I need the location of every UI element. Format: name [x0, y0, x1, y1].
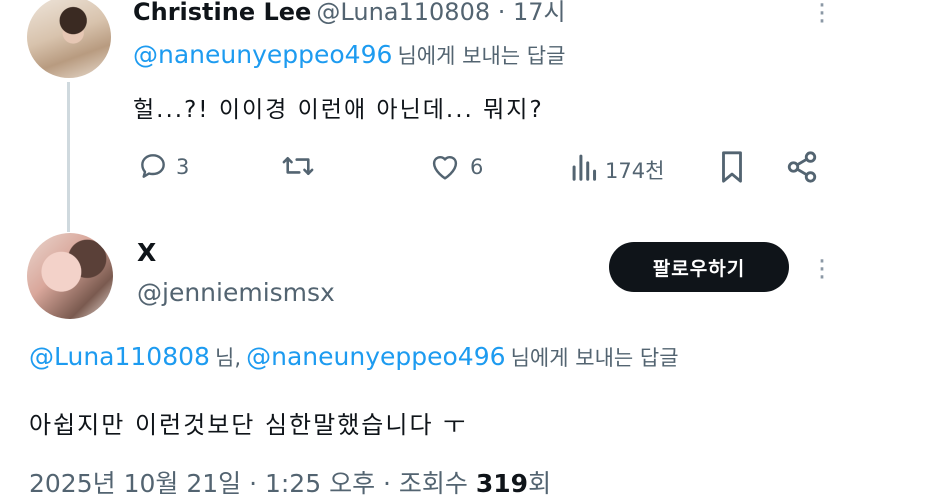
mention-link[interactable]: @naneunyeppeo496	[246, 342, 505, 371]
like-count: 6	[470, 155, 484, 179]
tweet-text: 헐...?! 이이경 이런애 아닌데... 뭐지?	[133, 97, 544, 123]
reply-icon[interactable]	[137, 150, 169, 182]
display-name[interactable]: Christine Lee	[133, 0, 311, 26]
timestamp[interactable]: 2025년 10월 21일 · 1:25 오후 · 조회수	[29, 469, 468, 498]
view-count-suffix: 회	[528, 469, 552, 498]
reply-to-label: 님에게 보내는 답글	[397, 44, 566, 68]
reply-context: @Luna110808 님, @naneunyeppeo496 님에게 보내는 …	[29, 342, 679, 372]
reply-separator: 님,	[215, 346, 242, 370]
follow-button[interactable]: 팔로우하기	[609, 242, 789, 292]
heart-icon[interactable]	[428, 151, 462, 181]
mention-link[interactable]: @naneunyeppeo496	[133, 40, 392, 69]
tweet-meta: 2025년 10월 21일 · 1:25 오후 · 조회수 319회	[29, 464, 551, 500]
reply-context: @naneunyeppeo496 님에게 보내는 답글	[133, 40, 565, 70]
views-icon[interactable]	[570, 152, 600, 182]
reply-to-label: 님에게 보내는 답글	[510, 346, 679, 370]
mention-link[interactable]: @Luna110808	[29, 342, 210, 371]
reply-count: 3	[176, 155, 190, 179]
tweet-text: 아쉽지만 이런것보단 심한말했습니다 ㅜ	[29, 411, 468, 439]
display-name[interactable]: X	[137, 238, 156, 267]
bookmark-icon[interactable]	[717, 150, 747, 184]
share-icon[interactable]	[785, 150, 819, 184]
avatar[interactable]	[27, 233, 113, 319]
avatar[interactable]	[27, 0, 111, 78]
views-count: 174천	[605, 159, 665, 183]
thread-line	[67, 82, 70, 232]
handle[interactable]: @jenniemismsx	[137, 278, 335, 307]
retweet-icon[interactable]	[280, 150, 316, 182]
more-icon[interactable]: · · ·	[817, 0, 827, 35]
tweet-header: Christine Lee @Luna110808 · 17시	[133, 0, 566, 27]
handle-and-time[interactable]: @Luna110808 · 17시	[316, 0, 565, 26]
more-icon[interactable]: · · ·	[817, 249, 827, 291]
view-count: 319	[475, 469, 529, 498]
